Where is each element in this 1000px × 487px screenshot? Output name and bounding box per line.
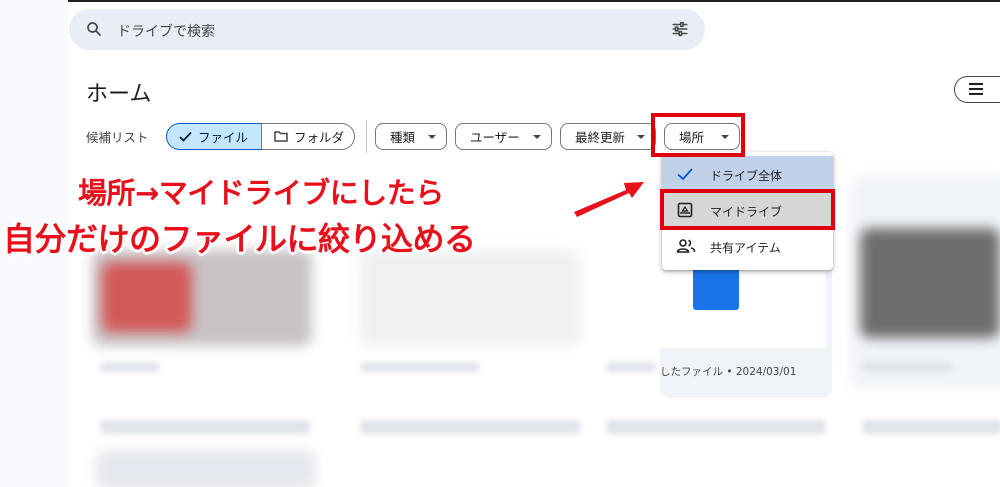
search-input[interactable]: ドライブで検索 xyxy=(117,21,215,41)
type-filter-chip[interactable]: 種類 xyxy=(375,123,447,150)
modified-filter-chip[interactable]: 最終更新 xyxy=(560,123,656,150)
filter-file-button[interactable]: ファイル xyxy=(166,123,262,150)
page-title: ホーム xyxy=(86,82,152,107)
blurred-text xyxy=(862,362,952,372)
blurred-text xyxy=(100,420,310,434)
filter-label: 候補リスト xyxy=(86,130,149,145)
check-icon xyxy=(179,131,192,142)
menu-item-all-drive[interactable]: ドライブ全体 xyxy=(662,156,833,192)
filter-folder-button[interactable]: フォルダ xyxy=(261,123,355,150)
file-card[interactable]: したファイル • 2024/03/01 xyxy=(660,262,832,398)
blurred-text xyxy=(606,420,826,434)
check-icon xyxy=(676,165,694,183)
menu-item-shared[interactable]: 共有アイテム xyxy=(662,228,833,264)
blurred-thumbnail xyxy=(102,262,192,332)
search-options-icon[interactable] xyxy=(671,20,689,38)
menu-item-label: 共有アイテム xyxy=(710,241,781,255)
type-filter-label: 種類 xyxy=(390,130,416,145)
filter-folder-label: フォルダ xyxy=(294,130,345,145)
drive-screen: ドライブで検索 ホーム 候補リスト ファイル フォルダ 種類 ユーザー 最終更新… xyxy=(0,0,1000,487)
folder-icon xyxy=(274,131,288,142)
filter-divider xyxy=(366,120,367,153)
dropdown-arrow-icon xyxy=(428,135,436,139)
doc-icon xyxy=(693,270,739,310)
blurred-text xyxy=(100,362,160,372)
blurred-thumbnail xyxy=(860,228,1000,338)
dropdown-arrow-icon xyxy=(533,135,541,139)
file-meta: したファイル • 2024/03/01 xyxy=(660,366,797,378)
user-filter-label: ユーザー xyxy=(470,130,520,145)
blurred-text xyxy=(862,420,1000,434)
highlight-box-my-drive xyxy=(660,189,835,230)
blurred-text xyxy=(606,362,656,372)
filter-file-label: ファイル xyxy=(198,130,249,145)
search-icon[interactable] xyxy=(85,20,103,38)
blurred-text xyxy=(360,362,480,372)
annotation-arrow-icon xyxy=(571,179,647,218)
modified-filter-label: 最終更新 xyxy=(575,130,626,145)
annotation-line-2: 自分だけのファイルに絞り込める xyxy=(3,220,476,258)
top-border xyxy=(68,0,1000,2)
dropdown-arrow-icon xyxy=(637,135,645,139)
annotation-line-1: 場所→マイドライブにしたら xyxy=(78,176,444,210)
blurred-thumbnail xyxy=(360,250,580,346)
list-icon xyxy=(969,83,983,95)
blurred-text xyxy=(360,420,580,434)
highlight-box-location xyxy=(651,113,745,157)
blurred-card xyxy=(96,450,316,487)
people-icon xyxy=(676,237,696,255)
menu-item-label: ドライブ全体 xyxy=(710,169,783,183)
list-view-toggle[interactable] xyxy=(954,76,1000,103)
file-thumbnail xyxy=(660,262,826,348)
user-filter-chip[interactable]: ユーザー xyxy=(455,123,552,150)
search-bar[interactable]: ドライブで検索 xyxy=(69,9,705,50)
